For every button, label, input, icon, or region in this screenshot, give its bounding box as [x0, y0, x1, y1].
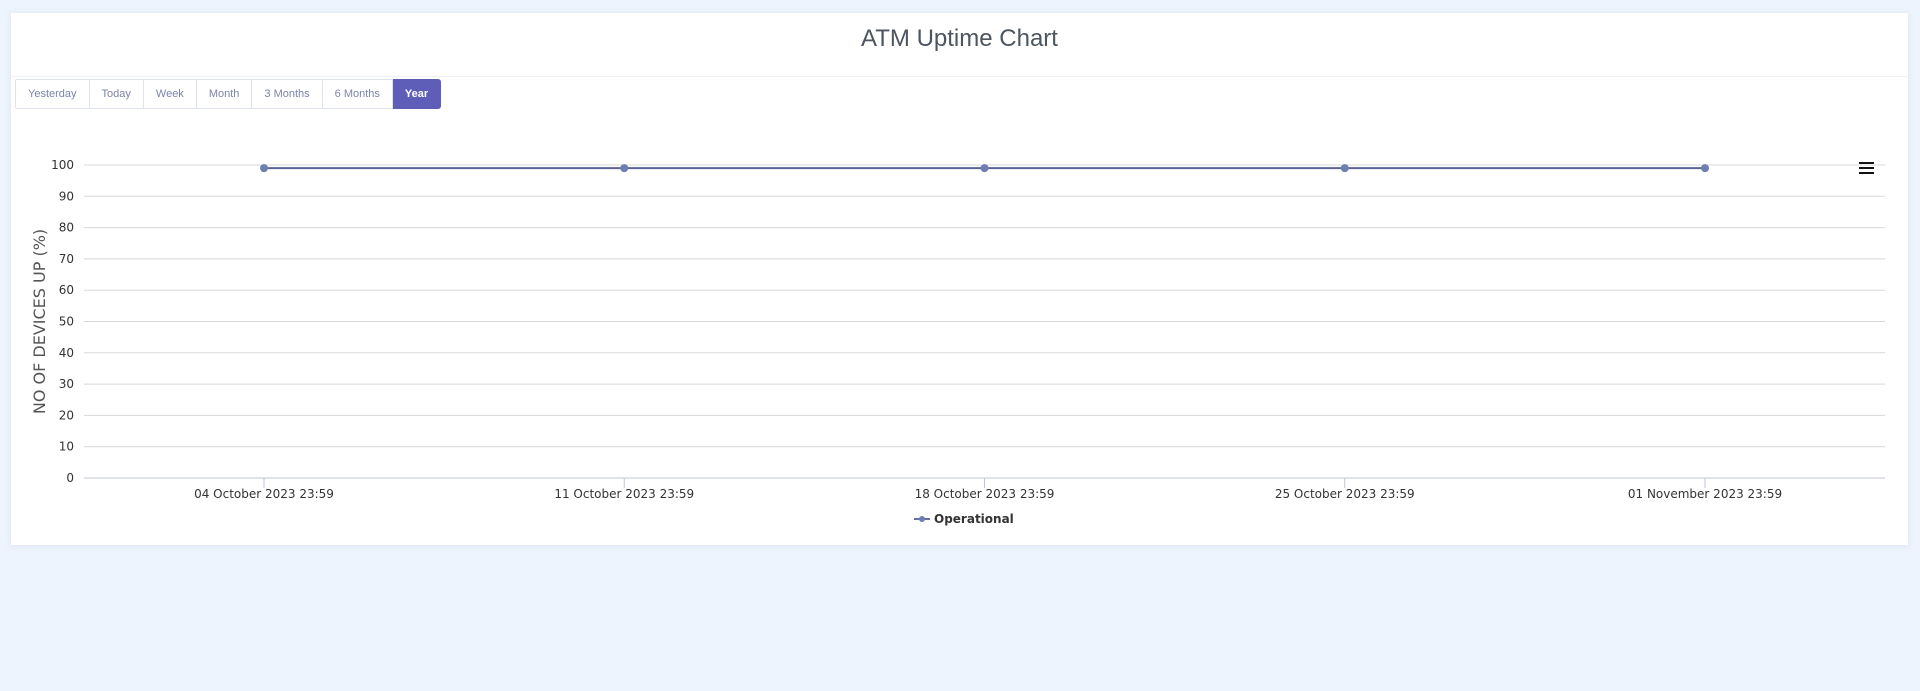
y-tick-label: 70: [59, 252, 74, 266]
y-tick-label: 40: [59, 346, 74, 360]
x-tick-label: 01 November 2023 23:59: [1628, 487, 1782, 501]
x-tick-label: 25 October 2023 23:59: [1275, 487, 1415, 501]
x-tick-label: 18 October 2023 23:59: [915, 487, 1055, 501]
x-tick-label: 04 October 2023 23:59: [194, 487, 334, 501]
data-point: [260, 164, 268, 173]
uptime-chart: 0 10 20 30 40 50 60 70 80 90 100 NO OF DEVICES UP (…: [30, 158, 1885, 501]
y-tick-label: 30: [59, 377, 74, 391]
data-point: [620, 164, 629, 173]
legend-label: Operational: [934, 512, 1014, 526]
y-axis-title: NO OF DEVICES UP (%): [30, 229, 49, 414]
y-tick-label: 50: [59, 315, 74, 329]
hamburger-icon[interactable]: [1859, 162, 1875, 178]
legend-item-operational[interactable]: Operational: [914, 512, 1014, 526]
y-tick-label: 10: [59, 440, 74, 454]
data-point: [1701, 164, 1709, 173]
y-tick-label: 100: [51, 158, 74, 172]
y-tick-label: 0: [66, 471, 74, 485]
y-tick-label: 80: [59, 221, 74, 235]
y-tick-label: 20: [59, 408, 74, 422]
legend-line-marker-icon: [914, 514, 930, 524]
y-tick-label: 60: [59, 283, 74, 297]
x-tick-label: 11 October 2023 23:59: [554, 487, 694, 501]
data-point: [980, 164, 989, 173]
y-tick-label: 90: [59, 189, 74, 203]
data-point: [1340, 164, 1349, 173]
